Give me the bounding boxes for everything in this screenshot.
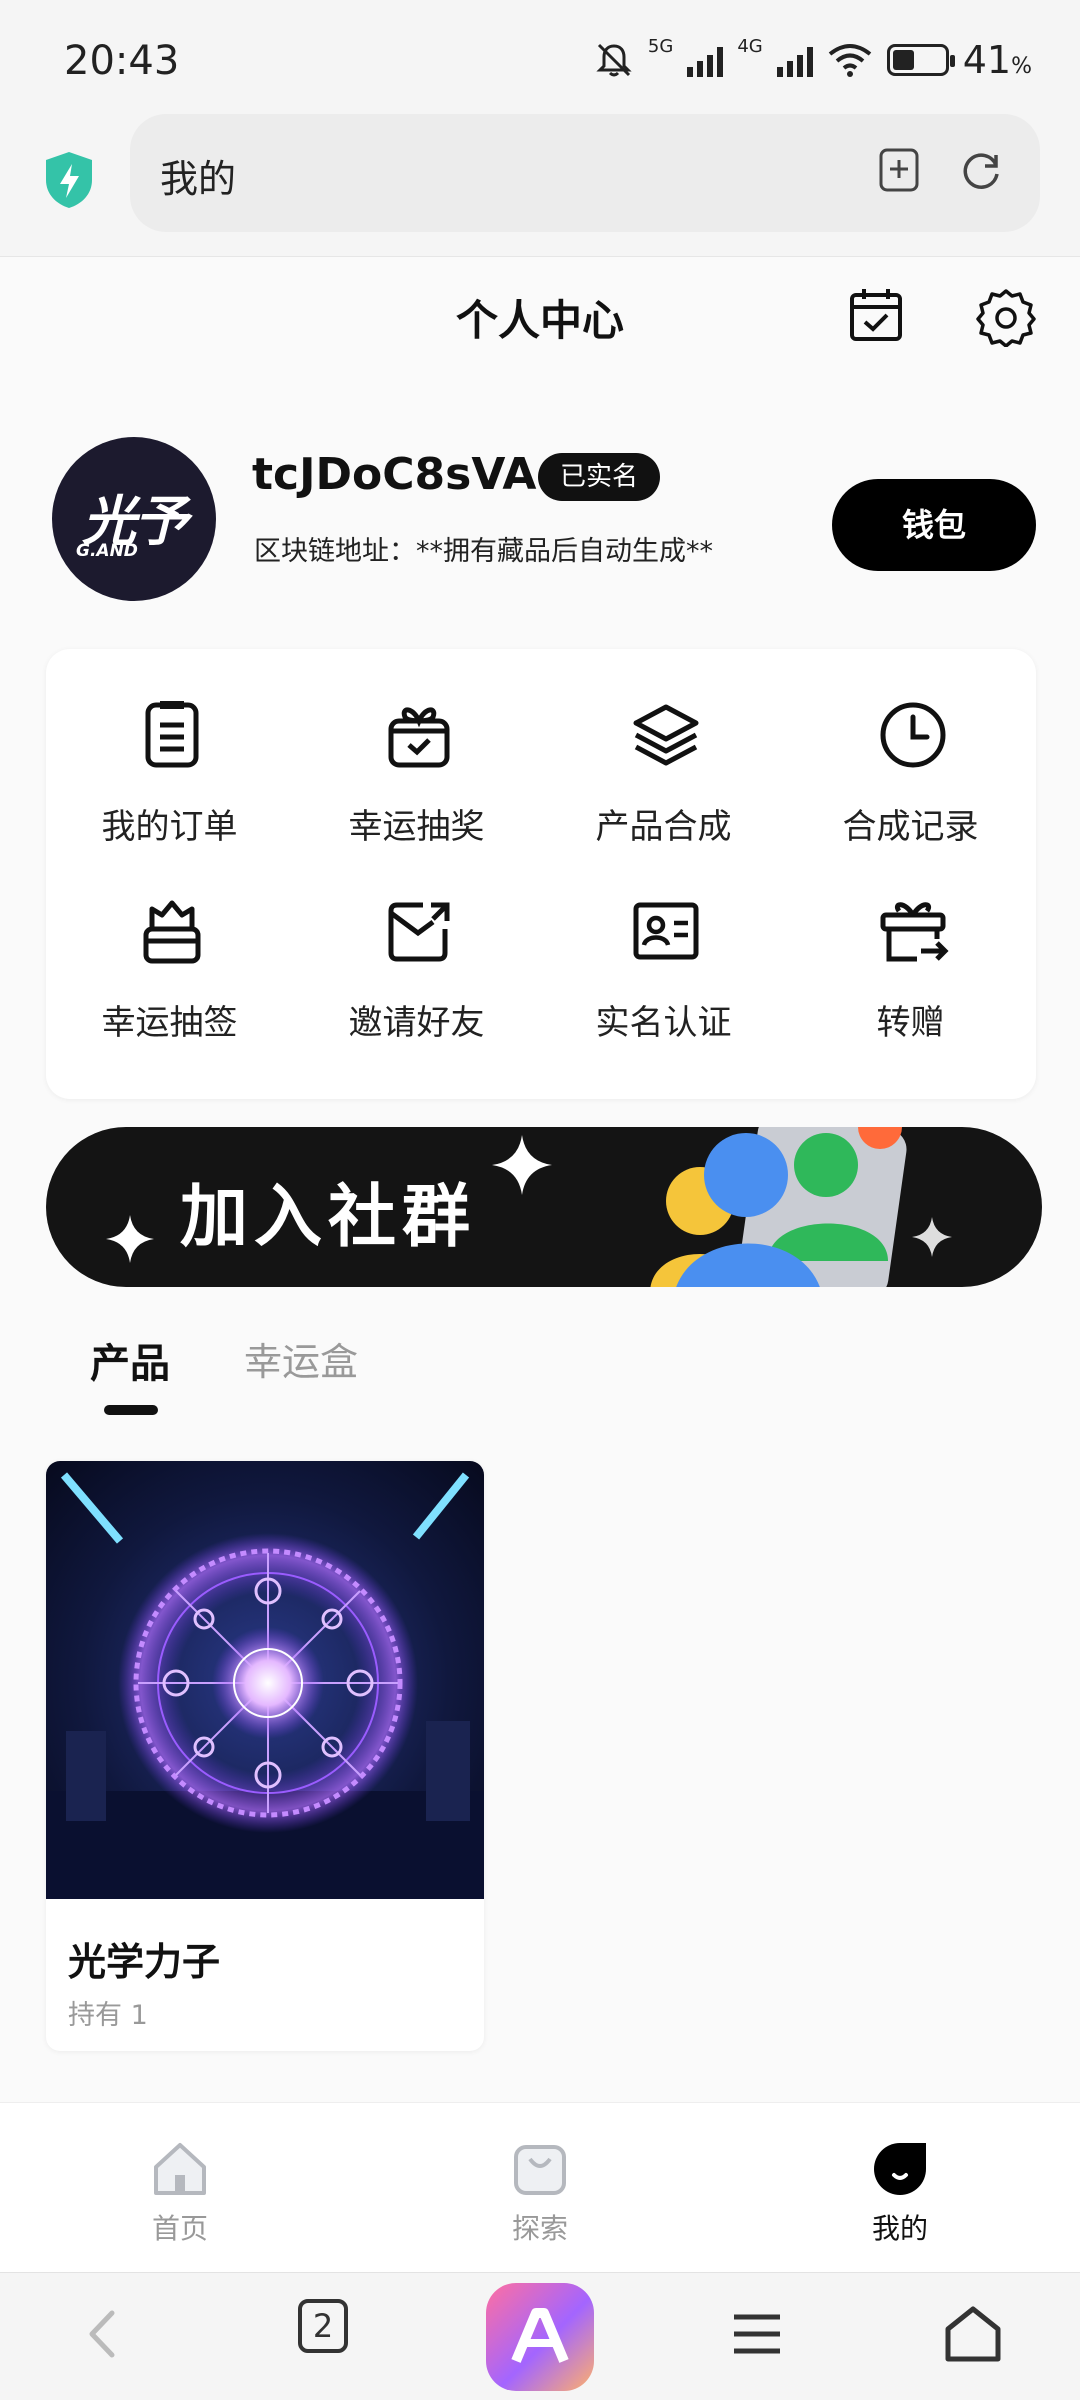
layers-icon <box>633 704 699 766</box>
nav-home[interactable]: 首页 <box>80 2139 280 2247</box>
tab-count-button[interactable]: 2 <box>298 2299 348 2353</box>
browser-bottom-bar: 2 <box>0 2272 1080 2400</box>
order-list-icon <box>145 701 199 768</box>
back-arrow-icon[interactable] <box>70 2299 140 2369</box>
nav-home-label: 首页 <box>151 2212 208 2245</box>
community-people-icon <box>650 1127 907 1287</box>
tab-lucky-box[interactable]: 幸运盒 <box>244 1331 358 1386</box>
menu-item-my-orders[interactable]: 我的订单 <box>46 649 293 847</box>
wallet-button[interactable]: 钱包 <box>832 479 1036 571</box>
transfer-gift-icon <box>880 902 949 962</box>
calendar-check-icon[interactable] <box>848 287 904 343</box>
menu-item-synthesis-record[interactable]: 合成记录 <box>787 649 1034 847</box>
menu-item-label: 幸运抽签 <box>101 1003 238 1043</box>
screen: 20:43 5G 4G 41% 我的 个人中心 光予 G.AND tcJDoC8… <box>0 0 1080 2400</box>
product-name: 光学力子 <box>68 1940 221 1984</box>
home-icon <box>154 2143 206 2195</box>
menu-item-transfer[interactable]: 转赠 <box>787 845 1034 1043</box>
id-card-icon <box>633 902 699 960</box>
signal-icon-2 <box>776 43 813 77</box>
address-text: 我的 <box>160 157 237 201</box>
app-bottom-nav: 首页 探索 我的 <box>0 2102 1080 2272</box>
verified-badge: 已实名 <box>538 453 661 501</box>
menu-item-label: 邀请好友 <box>348 1003 485 1043</box>
gear-icon[interactable] <box>976 287 1036 347</box>
gift-icon <box>388 707 450 768</box>
menu-item-lucky-lot[interactable]: 幸运抽签 <box>46 845 293 1043</box>
home-icon[interactable] <box>938 2299 1008 2369</box>
lottery-cup-icon <box>143 900 201 964</box>
nav-explore-label: 探索 <box>511 2212 568 2245</box>
clock-icon <box>880 702 946 768</box>
menu-item-real-name-auth[interactable]: 实名认证 <box>540 845 787 1043</box>
nav-mine-label: 我的 <box>871 2212 928 2245</box>
address-field[interactable]: 我的 <box>130 114 1040 232</box>
bell-muted-icon <box>596 43 632 77</box>
menu-item-label: 我的订单 <box>101 807 238 847</box>
menu-item-product-synthesis[interactable]: 产品合成 <box>540 649 787 847</box>
network-5g-label: 5G <box>647 35 674 57</box>
menu-item-label: 合成记录 <box>842 807 979 847</box>
profile-face-icon <box>874 2143 926 2195</box>
status-icons: 5G 4G 41% <box>594 35 1032 82</box>
browser-address-bar: 我的 <box>0 110 1080 256</box>
ai-logo-icon <box>511 2308 569 2363</box>
network-4g-label: 4G <box>737 35 763 57</box>
battery-icon <box>886 44 955 76</box>
ai-assistant-button[interactable] <box>486 2283 594 2391</box>
nav-explore[interactable]: 探索 <box>440 2139 640 2247</box>
invite-icon <box>388 902 450 962</box>
sparkle-icon <box>492 1135 552 1195</box>
menu-item-label: 实名认证 <box>595 1003 732 1043</box>
menu-item-label: 转赠 <box>876 1003 945 1043</box>
battery-percent-value: 41 <box>962 38 1012 82</box>
avatar[interactable]: 光予 G.AND <box>52 437 216 601</box>
status-time: 20:43 <box>64 38 180 84</box>
battery-fill <box>892 50 914 70</box>
product-held-count: 持有 1 <box>68 2000 148 2031</box>
status-bar: 20:43 5G 4G 41% <box>0 0 1080 110</box>
sparkle-icon <box>912 1217 952 1257</box>
signal-icon <box>687 43 724 77</box>
menu-item-label: 产品合成 <box>595 807 732 847</box>
personal-center-page: 个人中心 光予 G.AND tcJDoC8sVA 已实名 区块链地址：**拥有藏… <box>0 256 1080 2102</box>
add-bookmark-icon[interactable] <box>878 147 920 193</box>
menu-icon[interactable] <box>722 2299 792 2369</box>
wifi-icon <box>828 44 871 77</box>
active-tab-indicator <box>104 1405 158 1415</box>
product-image <box>46 1461 484 1899</box>
shopping-bag-icon <box>514 2145 566 2195</box>
menu-item-label: 幸运抽奖 <box>348 807 485 847</box>
battery-percent: 41% <box>963 38 1032 82</box>
product-card[interactable]: 光学力子 持有 1 <box>46 1461 484 2051</box>
avatar-logo-subtext: G.AND <box>76 541 138 561</box>
battery-unit: % <box>1011 54 1032 79</box>
reload-icon[interactable] <box>958 147 1004 193</box>
menu-item-lucky-draw[interactable]: 幸运抽奖 <box>293 649 540 847</box>
sparkle-icon <box>106 1215 154 1263</box>
blockchain-address: 区块链地址：**拥有藏品后自动生成** <box>254 536 713 567</box>
menu-item-invite-friends[interactable]: 邀请好友 <box>293 845 540 1043</box>
tab-products[interactable]: 产品 <box>90 1331 170 1389</box>
nav-mine[interactable]: 我的 <box>800 2139 1000 2247</box>
username: tcJDoC8sVA <box>252 449 537 500</box>
banner-text: 加入社群 <box>180 1178 477 1257</box>
page-title: 个人中心 <box>455 296 624 345</box>
feature-menu-card: 我的订单 幸运抽奖 产品合成 合成记录 幸运抽签 邀请好友 实名认证 转赠 <box>46 649 1036 1099</box>
join-community-banner[interactable]: 加入社群 <box>46 1127 1042 1287</box>
shield-icon[interactable] <box>42 150 96 210</box>
